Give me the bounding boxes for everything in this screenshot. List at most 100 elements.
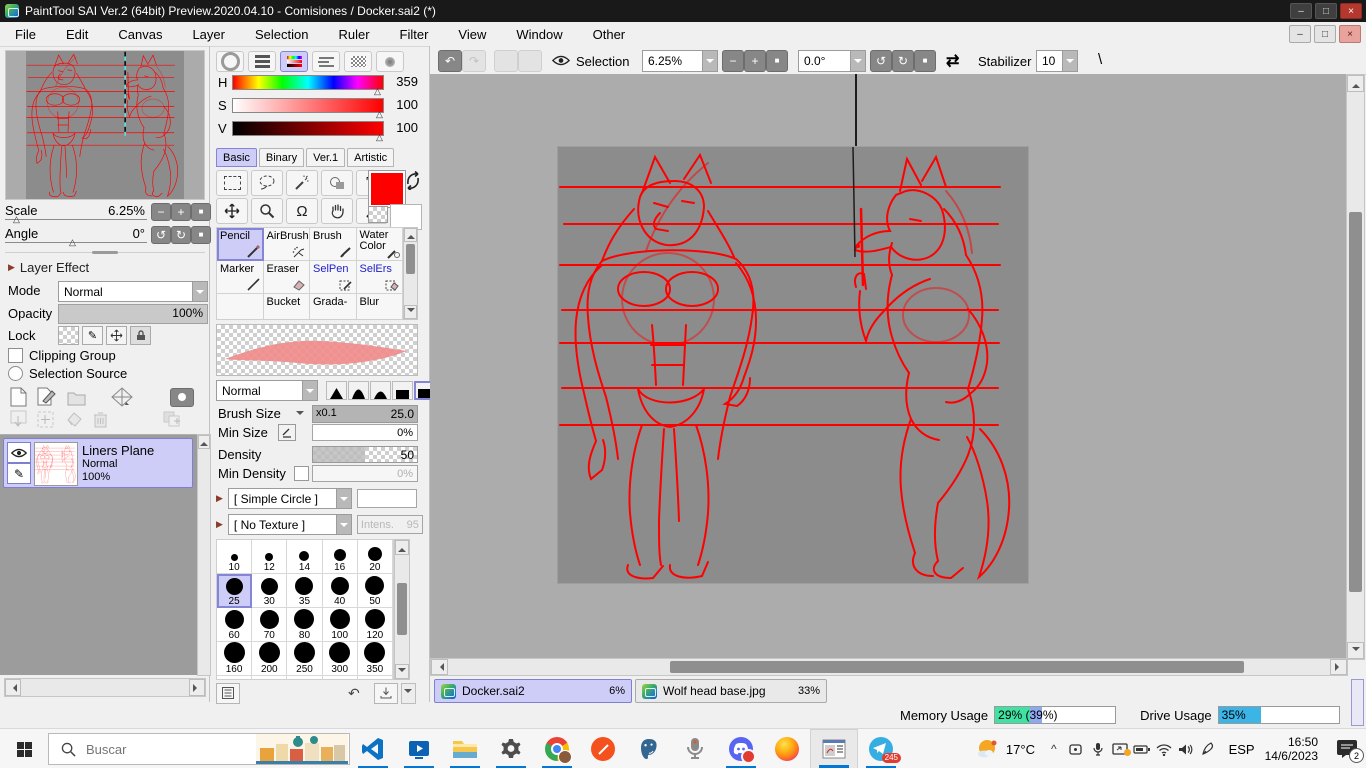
selection-source-row[interactable]: Selection Source — [8, 366, 127, 381]
lock-transparency-button[interactable] — [58, 326, 79, 345]
doc-tab-docker[interactable]: Docker.sai2 6% — [434, 679, 632, 703]
chevron-down-icon[interactable] — [702, 51, 717, 71]
canvas-v-scrollbar[interactable] — [1346, 74, 1365, 660]
reset-brush-icon[interactable]: ↶ — [348, 685, 360, 702]
taskbar-search-box[interactable] — [48, 733, 350, 765]
min-density-field[interactable]: 0% — [312, 465, 418, 482]
rotate-cw-button[interactable]: ↻ — [171, 226, 191, 244]
flip-view-icon[interactable]: ⇄ — [946, 51, 959, 71]
value-marker-icon[interactable]: △ — [376, 132, 383, 143]
doc-tab-wolf-head[interactable]: Wolf head base.jpg 33% — [635, 679, 827, 703]
size-16[interactable]: 16 — [322, 540, 358, 574]
notification-center-button[interactable]: 2 — [1328, 729, 1366, 768]
tip-shape-square[interactable] — [392, 381, 413, 400]
brush-gradient[interactable]: Grada- — [310, 294, 357, 319]
layer-draw-mode-toggle[interactable]: ✎ — [7, 463, 31, 484]
shape-tool[interactable] — [321, 170, 353, 196]
taskbar-chrome[interactable] — [534, 729, 580, 768]
scale-slider[interactable] — [5, 219, 147, 220]
color-wheel-button[interactable] — [216, 51, 244, 72]
brush-pencil[interactable]: Pencil — [217, 228, 264, 261]
line-tool-icon[interactable]: \ — [1098, 51, 1102, 68]
close-button[interactable]: × — [1340, 3, 1362, 19]
size-50[interactable]: 50 — [357, 574, 393, 608]
clipping-group-checkbox[interactable] — [8, 348, 23, 363]
pressure-size-button[interactable] — [278, 424, 296, 441]
angle-select[interactable]: 0.0° — [798, 50, 866, 72]
brush-shape-select[interactable]: [ Simple Circle ] — [227, 488, 352, 509]
hue-slider[interactable] — [232, 75, 384, 90]
angle-slider[interactable] — [5, 242, 147, 243]
tab-artistic[interactable]: Artistic — [347, 148, 395, 167]
brush-selpen[interactable]: SelPen — [310, 261, 357, 294]
taskbar-paint-app[interactable] — [580, 729, 626, 768]
merge-layer-button[interactable] — [37, 411, 54, 428]
hand-tool[interactable] — [321, 198, 353, 224]
hsv-slider-button[interactable] — [280, 51, 308, 72]
clipping-group-row[interactable]: Clipping Group — [8, 348, 116, 363]
new-folder-button[interactable] — [67, 389, 86, 406]
menu-ruler[interactable]: Ruler — [323, 24, 384, 45]
tab-basic[interactable]: Basic — [216, 148, 257, 167]
tray-wifi-icon[interactable] — [1153, 743, 1175, 756]
selection-visibility-icon[interactable] — [552, 55, 570, 66]
zoom-reset-button[interactable]: ■ — [766, 50, 788, 72]
canvas-h-scrollbar[interactable] — [430, 658, 1348, 676]
size-grid-scrollbar[interactable] — [394, 539, 410, 680]
brush-size-dropdown-icon[interactable] — [296, 411, 304, 419]
magic-wand-tool[interactable] — [286, 170, 318, 196]
size-next[interactable] — [287, 676, 323, 679]
size-12[interactable]: 12 — [252, 540, 288, 574]
new-linework-layer-button[interactable] — [37, 387, 57, 407]
size-next[interactable] — [217, 676, 253, 679]
start-button[interactable] — [0, 729, 48, 768]
scratchpad-button[interactable] — [376, 51, 404, 72]
menu-window[interactable]: Window — [501, 24, 577, 45]
size-100[interactable]: 100 — [322, 608, 358, 642]
zoom-in-button[interactable]: + — [744, 50, 766, 72]
brush-blur[interactable]: Blur — [356, 294, 403, 319]
move-tool[interactable] — [216, 198, 248, 224]
tip-shape-dome[interactable] — [370, 381, 391, 400]
perspective-ruler-button[interactable] — [110, 386, 134, 408]
size-160[interactable]: 160 — [217, 642, 253, 676]
lock-position-button[interactable] — [106, 326, 127, 345]
size-60[interactable]: 60 — [217, 608, 253, 642]
zoom-tool[interactable] — [251, 198, 283, 224]
minimize-button[interactable]: – — [1290, 3, 1312, 19]
texture-intensity-field[interactable]: Intens. 95 — [356, 515, 423, 534]
selection-source-radio[interactable] — [8, 366, 23, 381]
taskbar-postgresql[interactable] — [626, 729, 672, 768]
delete-layer-button[interactable] — [93, 411, 108, 428]
menu-layer[interactable]: Layer — [177, 24, 240, 45]
size-250[interactable]: 250 — [287, 642, 323, 676]
layer-item-liners-plane[interactable]: ✎ Liners Plane Normal 100% — [3, 438, 193, 488]
transfer-down-button[interactable] — [10, 410, 27, 428]
doc-minimize-button[interactable]: – — [1289, 25, 1311, 43]
saturation-slider[interactable] — [232, 98, 384, 113]
tab-binary[interactable]: Binary — [258, 148, 305, 167]
maximize-button[interactable]: □ — [1315, 3, 1337, 19]
language-indicator[interactable]: ESP — [1219, 742, 1265, 757]
menu-canvas[interactable]: Canvas — [103, 24, 177, 45]
view-angle-reset-button[interactable]: ■ — [914, 50, 936, 72]
tray-snip-icon[interactable] — [1065, 743, 1087, 756]
rotate-view-tool[interactable]: Ω — [286, 198, 318, 224]
menu-other[interactable]: Other — [578, 24, 641, 45]
rgb-slider-button[interactable] — [248, 51, 276, 72]
chevron-down-icon[interactable] — [335, 489, 351, 508]
color-mixer-button[interactable] — [312, 51, 340, 72]
min-size-field[interactable]: 0% — [312, 424, 418, 441]
menu-selection[interactable]: Selection — [240, 24, 323, 45]
brush-blend-select[interactable]: Normal — [216, 380, 318, 401]
scale-plus-button[interactable]: + — [171, 203, 191, 221]
value-slider[interactable] — [232, 121, 384, 136]
layer-effect-header[interactable]: ▶ Layer Effect — [8, 259, 89, 275]
tray-pen-icon[interactable] — [1197, 742, 1219, 756]
size-30[interactable]: 30 — [252, 574, 288, 608]
rect-select-tool[interactable] — [216, 170, 248, 196]
size-80[interactable]: 80 — [287, 608, 323, 642]
chevron-down-icon[interactable] — [302, 381, 317, 400]
taskbar-telegram[interactable]: 245 — [858, 729, 904, 768]
taskbar-weather[interactable]: 17°C — [968, 729, 1043, 768]
